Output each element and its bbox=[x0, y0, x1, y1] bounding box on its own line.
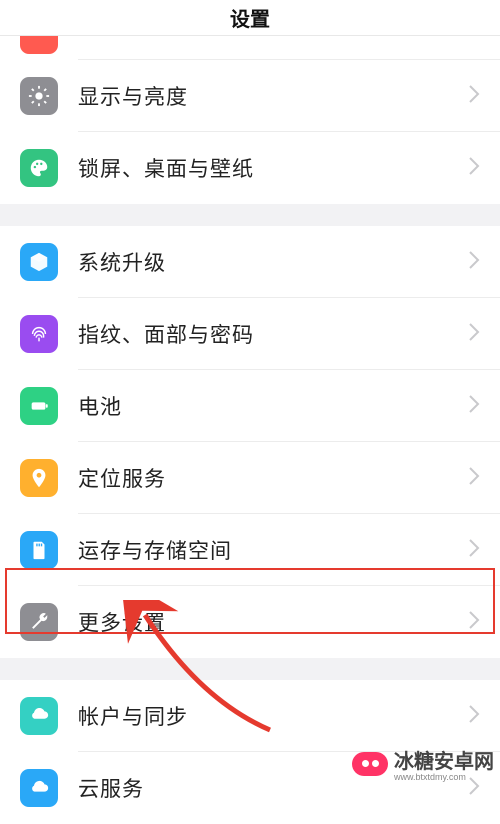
row-cloud-service[interactable]: 云服务 bbox=[0, 752, 500, 824]
row-label: 显示与亮度 bbox=[78, 81, 468, 111]
chevron-right-icon bbox=[468, 394, 480, 419]
settings-group-1: . 显示与亮度 锁屏、桌面与壁纸 bbox=[0, 36, 500, 204]
row-label: 定位服务 bbox=[78, 463, 468, 493]
chevron-right-icon bbox=[468, 250, 480, 275]
location-pin-icon bbox=[20, 459, 58, 497]
row-label: 帐户与同步 bbox=[78, 701, 468, 731]
wrench-icon bbox=[20, 603, 58, 641]
row-label: 电池 bbox=[78, 391, 468, 421]
chevron-right-icon bbox=[468, 610, 480, 635]
row-label: 指纹、面部与密码 bbox=[78, 319, 468, 349]
cloud-sync-icon bbox=[20, 697, 58, 735]
sound-icon bbox=[20, 36, 58, 54]
chevron-right-icon bbox=[468, 704, 480, 729]
fingerprint-icon bbox=[20, 315, 58, 353]
row-label: 运存与存储空间 bbox=[78, 535, 468, 565]
palette-icon bbox=[20, 149, 58, 187]
row-label: 系统升级 bbox=[78, 247, 468, 277]
chevron-right-icon bbox=[468, 322, 480, 347]
row-display[interactable]: 显示与亮度 bbox=[0, 60, 500, 132]
row-label: 云服务 bbox=[78, 773, 468, 803]
battery-icon bbox=[20, 387, 58, 425]
page-header: 设置 bbox=[0, 0, 500, 36]
cloud-icon bbox=[20, 769, 58, 807]
row-storage[interactable]: 运存与存储空间 bbox=[0, 514, 500, 586]
chevron-right-icon bbox=[468, 776, 480, 801]
row-sound[interactable]: . bbox=[0, 36, 500, 60]
row-label: 锁屏、桌面与壁纸 bbox=[78, 153, 468, 183]
row-location[interactable]: 定位服务 bbox=[0, 442, 500, 514]
chevron-right-icon bbox=[468, 84, 480, 109]
chevron-right-icon bbox=[468, 538, 480, 563]
row-label: 更多设置 bbox=[78, 607, 468, 637]
page-title: 设置 bbox=[230, 3, 270, 32]
row-battery[interactable]: 电池 bbox=[0, 370, 500, 442]
row-more-settings[interactable]: 更多设置 bbox=[0, 586, 500, 658]
chevron-right-icon bbox=[468, 156, 480, 181]
row-system-update[interactable]: 系统升级 bbox=[0, 226, 500, 298]
row-wallpaper[interactable]: 锁屏、桌面与壁纸 bbox=[0, 132, 500, 204]
settings-group-2: 系统升级 指纹、面部与密码 电池 定位服务 运存与存储空间 bbox=[0, 226, 500, 658]
cube-icon bbox=[20, 243, 58, 281]
brightness-icon bbox=[20, 77, 58, 115]
settings-group-3: 帐户与同步 云服务 bbox=[0, 680, 500, 824]
row-account-sync[interactable]: 帐户与同步 bbox=[0, 680, 500, 752]
sd-card-icon bbox=[20, 531, 58, 569]
row-biometrics[interactable]: 指纹、面部与密码 bbox=[0, 298, 500, 370]
chevron-right-icon bbox=[468, 466, 480, 491]
